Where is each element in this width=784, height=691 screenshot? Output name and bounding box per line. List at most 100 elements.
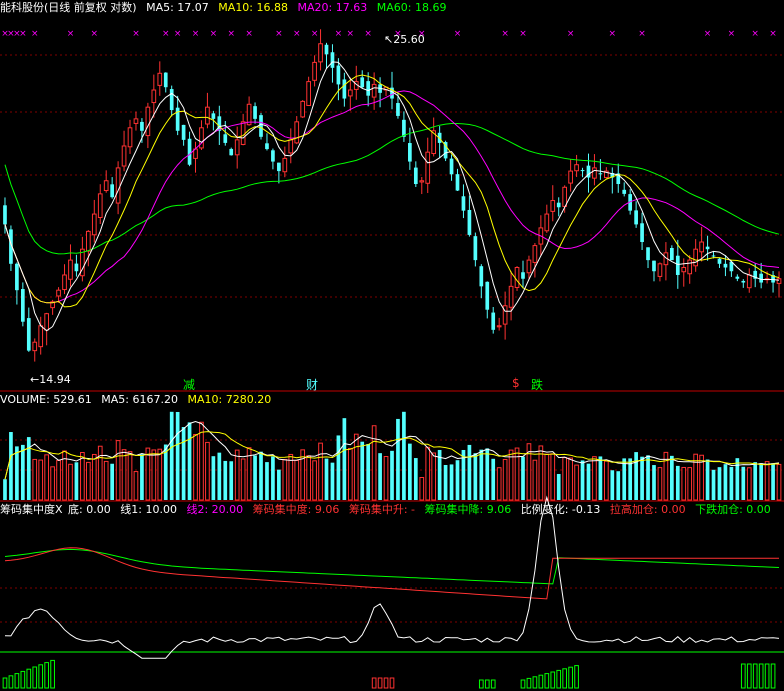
vol-ma5-readout: MA5: 6167.20 [101, 393, 178, 406]
event-marker-finance[interactable]: 财 [306, 376, 318, 393]
candle-body-down [15, 263, 19, 291]
signal-cross-marker: × [192, 29, 200, 39]
candle-body-down [711, 255, 716, 257]
volume-bar-up [97, 445, 103, 501]
volume-bar-down [735, 458, 740, 500]
volume-bar-up [592, 456, 597, 501]
indicator-bar-green [556, 669, 562, 689]
candle-body-down [759, 273, 764, 283]
indicator-bar-green [544, 673, 550, 689]
volume-bar-up [574, 464, 579, 501]
event-marker-reduce-text: 减 [183, 378, 196, 392]
candle-body-up [425, 151, 431, 184]
candle-body-down [175, 107, 180, 131]
ma10-line [4, 74, 780, 308]
candle-body-up [496, 325, 502, 328]
event-marker-dividend[interactable]: $ [512, 376, 520, 390]
volume-bar-up [532, 459, 538, 501]
volume-bar-up [371, 425, 377, 501]
candle-body-up [699, 241, 704, 253]
volume-bar-up [193, 433, 198, 501]
volume-bar-down [610, 470, 615, 500]
volume-bar-down [479, 449, 484, 500]
candle-body-up [38, 325, 44, 348]
volume-bar-down [586, 463, 591, 500]
candle-body-up [568, 170, 573, 184]
event-marker-reduce[interactable]: 减 [183, 376, 195, 393]
volume-bar-up [44, 454, 50, 501]
high-price-value: 25.60 [393, 33, 425, 46]
indicator-bar-green [484, 679, 490, 689]
volume-bar-down [390, 450, 394, 500]
chart-canvas[interactable]: ×××× × × × × × × × × × × × × × × × × × × × × × × × × × × × × [0, 0, 784, 691]
volume-bar-down [253, 455, 257, 500]
candle-body-up [205, 106, 210, 125]
candle-body-up [526, 259, 532, 274]
signal-cross-marker: × [751, 29, 759, 39]
volume-bar-down [753, 462, 758, 500]
volume-bar-up [383, 456, 389, 501]
candle-body-down [634, 210, 638, 225]
candle-body-down [187, 138, 192, 165]
signal-cross-marker: × [519, 29, 527, 39]
candle-body-up [318, 43, 323, 63]
candle-body-down [140, 121, 144, 131]
volume-bar-up [68, 463, 73, 501]
event-marker-dividend-text: $ [512, 376, 520, 390]
volume-bar-down [15, 446, 19, 500]
stock-chart-window[interactable]: × × × × × × × × × × × × × × × × × × × × × × × × × × × × × × × × 能科股份(日线… [0, 0, 784, 691]
volume-bar-down [485, 448, 490, 500]
candle-body-down [622, 189, 627, 194]
volume-bar-down [271, 456, 275, 500]
candle-body-down [467, 209, 472, 235]
indicator-bar-green [574, 665, 579, 689]
candle-body-up [85, 230, 91, 252]
volume-bar-down [711, 469, 716, 500]
event-marker-finance-text: 财 [306, 378, 319, 392]
volume-bar-down [759, 463, 764, 500]
indicator-bar-green [568, 666, 573, 689]
candle-body-up [681, 267, 687, 273]
stock-title: 能科股份(日线 前复权 对数) [0, 1, 137, 14]
ratio-readout: 比例变化: -0.13 [520, 503, 601, 516]
volume-bar-up [425, 446, 431, 501]
volume-bar-down [74, 462, 79, 500]
volume-bar-up [127, 451, 133, 501]
volume-bar-up [199, 421, 204, 501]
volume-bar-down [455, 460, 460, 500]
candle-body-up [592, 167, 597, 179]
indicator-bar-red [377, 677, 383, 689]
candle-body-down [169, 89, 174, 111]
candle-body-down [20, 289, 25, 322]
volume-bar-up [306, 455, 311, 501]
candle-body-down [408, 143, 412, 162]
volume-bar-down [259, 451, 263, 500]
volume-bar-up [115, 440, 121, 501]
candle-body-down [449, 158, 454, 175]
candle-body-down [580, 170, 585, 172]
indicator-bar-green [50, 659, 55, 689]
signal-cross-marker: × [91, 29, 99, 39]
indicator-bar-green [478, 679, 484, 689]
signal-cross-marker: × [174, 29, 182, 39]
candle-body-up [544, 213, 550, 232]
ma20-line [4, 90, 780, 304]
candle-body-down [455, 174, 460, 191]
candle-body-down [110, 184, 114, 198]
volume-bar-up [514, 447, 520, 501]
event-marker-fall[interactable]: 跌 [531, 376, 543, 393]
volume-bar-down [336, 435, 341, 500]
signal-cross-marker: × [567, 29, 575, 39]
volume-bar-down [771, 463, 775, 500]
volume-bar-down [705, 459, 710, 500]
volume-bar-down [491, 458, 496, 500]
ma5-readout: MA5: 17.07 [146, 1, 209, 14]
volume-bar-up [205, 441, 210, 501]
indicator-bar-green [770, 663, 776, 689]
volume-bar-up [56, 459, 61, 501]
indicator-bar-green [520, 679, 526, 689]
signal-cross-marker: × [227, 29, 235, 39]
candle-body-up [97, 193, 103, 218]
volume-bar-down [723, 464, 728, 500]
candle-body-down [521, 272, 525, 279]
